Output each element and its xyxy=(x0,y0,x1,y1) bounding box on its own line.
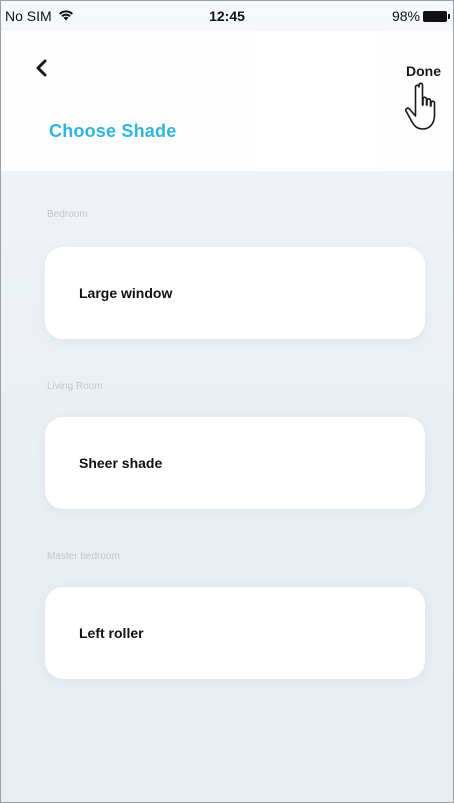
back-button[interactable] xyxy=(27,55,57,85)
page-title: Choose Shade xyxy=(49,121,177,141)
shade-item-left-roller[interactable]: Left roller xyxy=(45,587,425,679)
status-right: 98% xyxy=(391,8,450,24)
shade-item-label: Sheer shade xyxy=(79,455,163,471)
carrier-label: No SIM xyxy=(5,8,52,24)
done-button[interactable]: Done xyxy=(402,59,445,83)
shade-item-sheer-shade[interactable]: Sheer shade xyxy=(45,417,425,509)
shade-item-large-window[interactable]: Large window xyxy=(45,247,425,339)
shade-item-label: Left roller xyxy=(79,625,144,641)
clock: 12:45 xyxy=(209,8,245,24)
app-screen: No SIM 12:45 98% Done Choose Shade Bedro… xyxy=(0,0,454,803)
hand-pointer-icon xyxy=(403,81,451,137)
shade-item-label: Large window xyxy=(79,285,173,301)
section-label-master-bedroom: Master bedroom xyxy=(47,551,120,562)
header: Done Choose Shade xyxy=(1,31,453,171)
wifi-icon xyxy=(58,8,74,24)
section-label-living-room: Living Room xyxy=(47,381,103,392)
status-bar: No SIM 12:45 98% xyxy=(1,1,453,31)
chevron-left-icon xyxy=(35,59,49,82)
section-label-bedroom: Bedroom xyxy=(47,209,88,220)
status-left: No SIM xyxy=(5,8,74,24)
battery-icon xyxy=(423,10,450,22)
battery-percent: 98% xyxy=(391,8,420,24)
